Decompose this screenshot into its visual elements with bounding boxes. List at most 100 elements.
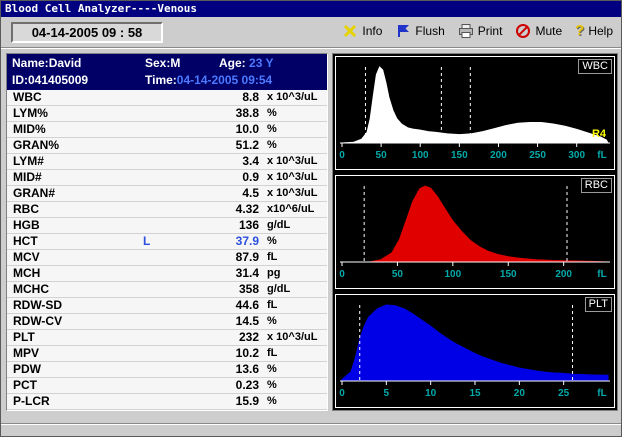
result-value: 4.32	[179, 202, 259, 217]
rbc-chart-label: RBC	[581, 178, 612, 193]
result-value: 37.9	[179, 234, 259, 249]
result-value: 44.6	[179, 298, 259, 313]
svg-text:100: 100	[444, 269, 461, 280]
wbc-histogram-plot: 050100150200250300fLR4	[336, 57, 614, 169]
result-unit: x 10^3/uL	[267, 186, 317, 201]
param-label: HCT	[13, 234, 38, 249]
result-value: 10.0	[179, 122, 259, 137]
age-label: Age:	[219, 56, 246, 70]
results-table: WBC8.8x 10^3/uLLYM%38.8%MID%10.0%GRAN%51…	[7, 90, 327, 410]
table-row: PLT 232 x 10^3/uL	[7, 330, 327, 346]
svg-text:300: 300	[568, 150, 585, 161]
patient-name: Name:David	[12, 56, 81, 70]
wbc-chart-label: WBC	[578, 59, 612, 74]
flush-flag-icon	[395, 23, 411, 39]
toolbar-buttons: Info Flush Print Mute ?	[342, 22, 613, 39]
svg-text:0: 0	[339, 388, 345, 399]
param-label: PCT	[13, 378, 37, 393]
svg-text:0: 0	[339, 150, 345, 161]
param-label: PLT	[13, 330, 35, 345]
rbc-histogram: RBC 050100150200fL	[335, 175, 615, 289]
param-label: RDW-SD	[13, 298, 62, 313]
help-button[interactable]: ? Help	[575, 22, 613, 39]
svg-text:150: 150	[451, 150, 468, 161]
result-unit: x 10^3/uL	[267, 154, 317, 169]
result-value: 0.23	[179, 378, 259, 393]
analyzer-window: Blood Cell Analyzer----Venous 04-14-2005…	[0, 0, 622, 437]
param-label: RDW-CV	[13, 314, 62, 329]
svg-text:200: 200	[555, 269, 572, 280]
result-unit: x 10^3/uL	[267, 170, 317, 185]
result-value: 38.8	[179, 106, 259, 121]
table-row: MCH31.4pg	[7, 266, 327, 282]
table-row: MPV10.2fL	[7, 346, 327, 362]
result-value: 3.4	[179, 154, 259, 169]
result-value: 51.2	[179, 138, 259, 153]
svg-text:5: 5	[384, 388, 390, 399]
result-unit: g/dL	[267, 218, 290, 233]
results-panel: Name:David Sex:M Age: 23 Y ID:041405009 …	[6, 53, 328, 411]
svg-text:250: 250	[529, 150, 546, 161]
param-label: P-LCR	[13, 394, 50, 409]
patient-sex: Sex:M	[145, 56, 180, 70]
table-row: MCHC 358 g/dL	[7, 282, 327, 298]
result-value: 232	[179, 330, 259, 345]
flush-button[interactable]: Flush	[395, 23, 444, 39]
help-button-label: Help	[588, 24, 613, 38]
result-unit: pg	[267, 266, 280, 281]
wbc-histogram: WBC 050100150200250300fLR4	[335, 56, 615, 170]
patient-id: ID:041405009	[12, 73, 88, 87]
param-label: GRAN%	[13, 138, 59, 153]
mute-button-label: Mute	[535, 24, 562, 38]
svg-text:10: 10	[425, 388, 437, 399]
table-row: RDW-CV14.5%	[7, 314, 327, 330]
result-unit: %	[267, 138, 277, 153]
param-label: MCH	[13, 266, 40, 281]
print-button[interactable]: Print	[458, 23, 503, 39]
result-value: 15.9	[179, 394, 259, 409]
table-row: GRAN#4.5x 10^3/uL	[7, 186, 327, 202]
print-button-label: Print	[478, 24, 503, 38]
result-unit: x10^6/uL	[267, 202, 314, 217]
window-title: Blood Cell Analyzer----Venous	[5, 2, 197, 15]
time-value: 04-14-2005 09:54	[177, 73, 272, 87]
result-unit: fL	[267, 298, 277, 313]
table-row: RBC4.32x10^6/uL	[7, 202, 327, 218]
table-row: RDW-SD 44.6 fL	[7, 298, 327, 314]
sample-time: Time:04-14-2005 09:54	[145, 73, 272, 87]
result-unit: x 10^3/uL	[267, 330, 317, 345]
svg-text:fL: fL	[597, 388, 606, 399]
abnormal-flag: L	[143, 234, 150, 249]
printer-icon	[458, 23, 474, 39]
result-unit: g/dL	[267, 282, 290, 297]
info-button[interactable]: Info	[342, 23, 382, 39]
param-label: HGB	[13, 218, 40, 233]
toolbar: 04-14-2005 09 : 58 Info Flush Print	[1, 17, 621, 48]
table-row: MID%10.0%	[7, 122, 327, 138]
param-label: MID%	[13, 122, 46, 137]
table-row: LYM#3.4x 10^3/uL	[7, 154, 327, 170]
id-value: 041405009	[28, 73, 88, 87]
result-unit: fL	[267, 250, 277, 265]
plt-histogram: PLT 0510152025fL	[335, 294, 615, 408]
result-value: 10.2	[179, 346, 259, 361]
id-label: ID:	[12, 73, 28, 87]
result-unit: %	[267, 106, 277, 121]
svg-text:R4: R4	[592, 128, 607, 140]
result-value: 13.6	[179, 362, 259, 377]
param-label: WBC	[13, 90, 42, 105]
table-row: HGB136g/dL	[7, 218, 327, 234]
svg-text:20: 20	[514, 388, 526, 399]
param-label: MCHC	[13, 282, 49, 297]
info-x-icon	[342, 23, 358, 39]
svg-text:15: 15	[469, 388, 481, 399]
age-value: 23 Y	[249, 56, 273, 70]
svg-text:200: 200	[490, 150, 507, 161]
param-label: MPV	[13, 346, 39, 361]
svg-text:fL: fL	[597, 269, 606, 280]
mute-button[interactable]: Mute	[515, 23, 562, 39]
title-bar: Blood Cell Analyzer----Venous	[1, 1, 621, 17]
patient-header: Name:David Sex:M Age: 23 Y ID:041405009 …	[7, 54, 327, 90]
table-row: GRAN% 51.2%	[7, 138, 327, 154]
result-value: 358	[179, 282, 259, 297]
